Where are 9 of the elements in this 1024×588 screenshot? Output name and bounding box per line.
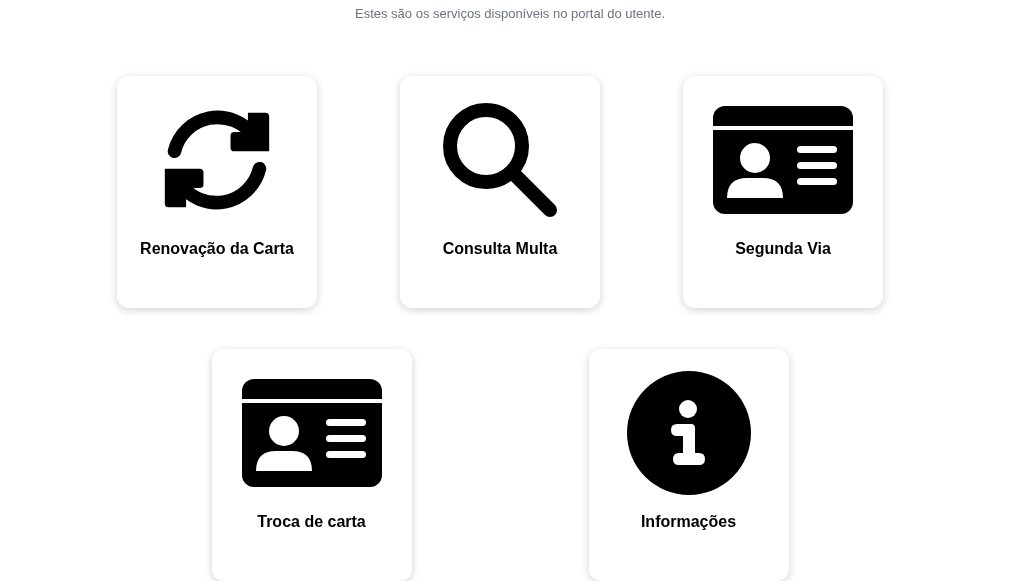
page-subtitle: Estes são os serviços disponíveis no portal do utente. bbox=[355, 6, 665, 22]
id-card-icon bbox=[713, 106, 853, 214]
info-icon bbox=[626, 371, 751, 495]
service-card[interactable]: Informações bbox=[588, 349, 789, 581]
id-card-icon bbox=[241, 379, 382, 487]
service-card[interactable]: Renovação da Carta bbox=[117, 76, 317, 308]
service-card[interactable]: Consulta Multa bbox=[400, 76, 600, 308]
service-card[interactable]: Segunda Via bbox=[683, 76, 883, 308]
service-card[interactable]: Troca de carta bbox=[211, 349, 412, 581]
